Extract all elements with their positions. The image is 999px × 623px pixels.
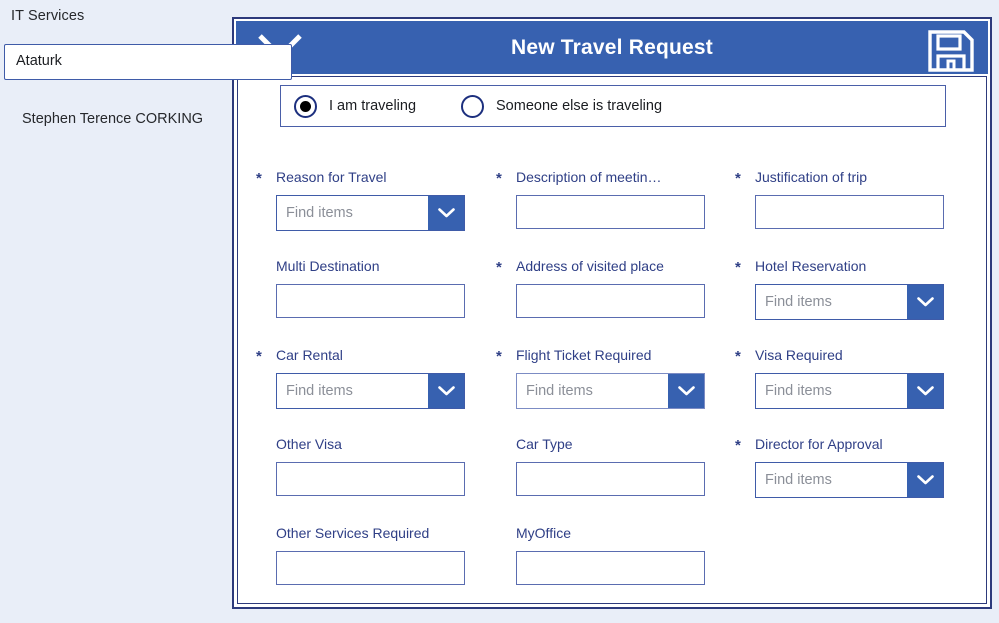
field-car-rental: * Car Rental Find items [256,347,465,411]
text-input-other-services-required[interactable] [276,551,465,585]
field-label: Director for Approval [755,436,883,452]
field-label: Reason for Travel [276,169,387,185]
radio-option-label: Someone else is traveling [496,98,663,114]
dropdown-value: Find items [526,383,593,399]
field-reason-for-travel: * Reason for Travel Find items [256,169,465,233]
field-label: Justification of trip [755,169,868,185]
field-label: Car Type [516,436,573,452]
text-input-multi-destination[interactable] [276,284,465,318]
radio-option-self[interactable]: I am traveling [294,86,416,126]
text-input-other-visa[interactable] [276,462,465,496]
search-input-value: Ataturk [16,53,62,69]
required-asterisk: * [256,170,262,187]
dropdown-value: Find items [765,472,832,488]
chevron-down-icon[interactable] [428,196,464,230]
radio-option-other[interactable]: Someone else is traveling [461,86,662,126]
required-asterisk: * [256,348,262,365]
field-description-of-meetin: * Description of meetin… [496,169,705,233]
dropdown-value: Find items [286,383,353,399]
required-asterisk: * [496,259,502,276]
dropdown-car-rental[interactable]: Find items [276,373,465,409]
field-justification-of-trip: * Justification of trip [735,169,944,233]
required-asterisk: * [735,437,741,454]
radio-circle-icon[interactable] [461,94,484,118]
field-label: Car Rental [276,347,343,363]
dropdown-flight-ticket-required[interactable]: Find items [516,373,705,409]
field-label: Hotel Reservation [755,258,867,274]
required-asterisk: * [735,348,741,365]
field-flight-ticket-required: * Flight Ticket Required Find items [496,347,705,411]
text-input-myoffice[interactable] [516,551,705,585]
dropdown-value: Find items [765,294,832,310]
dropdown-reason-for-travel[interactable]: Find items [276,195,465,231]
required-asterisk: * [735,170,741,187]
field-car-type: Car Type [516,436,705,500]
field-other-services-required: Other Services Required [276,525,465,589]
text-input-justification-of-trip[interactable] [755,195,944,229]
travel-mode-radio-group: I am traveling Someone else is traveling [280,85,946,127]
chevron-down-icon[interactable] [428,374,464,408]
dropdown-value: Find items [286,205,353,221]
text-input-description-of-meetin[interactable] [516,195,705,229]
field-director-for-approval: * Director for Approval Find items [735,436,944,500]
left-sidebar: IT Services Stephen Terence CORKING [0,0,232,623]
field-label: Other Visa [276,436,342,452]
field-label: Other Services Required [276,525,430,541]
text-input-car-type[interactable] [516,462,705,496]
chevron-down-icon[interactable] [907,285,943,319]
chevron-down-icon[interactable] [907,463,943,497]
travel-request-panel: New Travel Request I am traveling Someone… [232,17,992,609]
radio-option-label: I am traveling [329,98,417,114]
app-title: IT Services [11,8,85,24]
required-asterisk: * [496,348,502,365]
field-myoffice: MyOffice [516,525,705,589]
save-floppy-icon[interactable] [926,29,976,73]
field-label: Address of visited place [516,258,664,274]
chevron-down-icon[interactable] [907,374,943,408]
field-label: Multi Destination [276,258,380,274]
text-input-address-of-visited-place[interactable] [516,284,705,318]
required-asterisk: * [496,170,502,187]
field-label: Description of meetin… [516,169,662,185]
field-multi-destination: Multi Destination [276,258,465,322]
field-label: MyOffice [516,525,571,541]
chevron-down-icon[interactable] [668,374,704,408]
search-input[interactable]: Ataturk [4,44,292,80]
page-title: New Travel Request [510,36,713,59]
field-hotel-reservation: * Hotel Reservation Find items [735,258,944,322]
radio-circle-icon[interactable] [294,94,317,118]
field-address-of-visited-place: * Address of visited place [496,258,705,322]
dropdown-hotel-reservation[interactable]: Find items [755,284,944,320]
user-name-label: Stephen Terence CORKING [22,111,204,127]
field-label: Visa Required [755,347,843,363]
field-visa-required: * Visa Required Find items [735,347,944,411]
dropdown-visa-required[interactable]: Find items [755,373,944,409]
dropdown-director-for-approval[interactable]: Find items [755,462,944,498]
dropdown-value: Find items [765,383,832,399]
field-other-visa: Other Visa [276,436,465,500]
field-label: Flight Ticket Required [516,347,652,363]
required-asterisk: * [735,259,741,276]
panel-header: New Travel Request [236,21,988,74]
